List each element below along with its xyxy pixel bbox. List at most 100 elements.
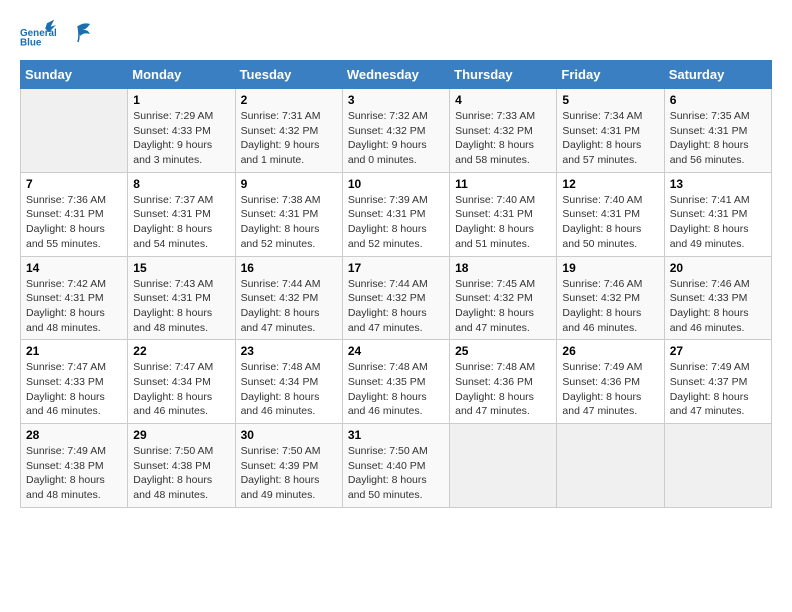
week-row-4: 21 Sunrise: 7:47 AMSunset: 4:33 PMDayligh… bbox=[21, 340, 772, 424]
calendar-cell: 5Sunrise: 7:34 AMSunset: 4:31 PMDaylight… bbox=[557, 89, 664, 173]
day-number: 7 bbox=[26, 177, 122, 191]
day-number: 21 bbox=[26, 344, 122, 358]
calendar-cell: 25 Sunrise: 7:48 AMSunset: 4:36 PMDayligh… bbox=[450, 340, 557, 424]
calendar-cell: 14 Sunrise: 7:42 AMSunset: 4:31 PMDayligh… bbox=[21, 256, 128, 340]
day-number: 8 bbox=[133, 177, 229, 191]
svg-text:Blue: Blue bbox=[20, 38, 42, 49]
calendar-cell: 28 Sunrise: 7:49 AMSunset: 4:38 PMDayligh… bbox=[21, 424, 128, 508]
day-number: 25 bbox=[455, 344, 551, 358]
day-number: 27 bbox=[670, 344, 766, 358]
calendar-cell: 19 Sunrise: 7:46 AMSunset: 4:32 PMDayligh… bbox=[557, 256, 664, 340]
day-info: Sunrise: 7:37 AMSunset: 4:31 PMDaylight:… bbox=[133, 193, 229, 252]
calendar-cell: 24Sunrise: 7:48 AMSunset: 4:35 PMDayligh… bbox=[342, 340, 449, 424]
day-of-week-saturday: Saturday bbox=[664, 61, 771, 89]
calendar-cell: 31 Sunrise: 7:50 AMSunset: 4:40 PMDayligh… bbox=[342, 424, 449, 508]
calendar-cell: 29Sunrise: 7:50 AMSunset: 4:38 PMDayligh… bbox=[128, 424, 235, 508]
logo: General Blue bbox=[20, 16, 92, 52]
calendar-cell: 6Sunrise: 7:35 AMSunset: 4:31 PMDaylight… bbox=[664, 89, 771, 173]
calendar-cell: 21 Sunrise: 7:47 AMSunset: 4:33 PMDayligh… bbox=[21, 340, 128, 424]
day-number: 1 bbox=[133, 93, 229, 107]
day-number: 18 bbox=[455, 261, 551, 275]
day-info: Sunrise: 7:29 AMSunset: 4:33 PMDaylight:… bbox=[133, 109, 229, 168]
calendar-cell: 1 Sunrise: 7:29 AMSunset: 4:33 PMDaylight… bbox=[128, 89, 235, 173]
day-number: 15 bbox=[133, 261, 229, 275]
day-info: Sunrise: 7:49 AMSunset: 4:38 PMDaylight:… bbox=[26, 444, 122, 503]
day-info: Sunrise: 7:36 AMSunset: 4:31 PMDaylight:… bbox=[26, 193, 122, 252]
day-info: Sunrise: 7:47 AMSunset: 4:33 PMDaylight:… bbox=[26, 360, 122, 419]
calendar-cell: 22 Sunrise: 7:47 AMSunset: 4:34 PMDayligh… bbox=[128, 340, 235, 424]
day-info: Sunrise: 7:48 AMSunset: 4:35 PMDaylight:… bbox=[348, 360, 444, 419]
day-info: Sunrise: 7:32 AMSunset: 4:32 PMDaylight:… bbox=[348, 109, 444, 168]
calendar-cell: 26 Sunrise: 7:49 AMSunset: 4:36 PMDayligh… bbox=[557, 340, 664, 424]
day-of-week-thursday: Thursday bbox=[450, 61, 557, 89]
calendar-header-row: SundayMondayTuesdayWednesdayThursdayFrid… bbox=[21, 61, 772, 89]
calendar-cell: 2Sunrise: 7:31 AMSunset: 4:32 PMDaylight… bbox=[235, 89, 342, 173]
day-info: Sunrise: 7:49 AMSunset: 4:36 PMDaylight:… bbox=[562, 360, 658, 419]
calendar-cell: 15 Sunrise: 7:43 AMSunset: 4:31 PMDayligh… bbox=[128, 256, 235, 340]
day-of-week-tuesday: Tuesday bbox=[235, 61, 342, 89]
day-number: 9 bbox=[241, 177, 337, 191]
header: General Blue bbox=[20, 16, 772, 52]
calendar-cell: 18 Sunrise: 7:45 AMSunset: 4:32 PMDayligh… bbox=[450, 256, 557, 340]
calendar-cell: 20Sunrise: 7:46 AMSunset: 4:33 PMDayligh… bbox=[664, 256, 771, 340]
day-of-week-friday: Friday bbox=[557, 61, 664, 89]
day-number: 22 bbox=[133, 344, 229, 358]
day-info: Sunrise: 7:44 AMSunset: 4:32 PMDaylight:… bbox=[348, 277, 444, 336]
calendar-cell: 11 Sunrise: 7:40 AMSunset: 4:31 PMDayligh… bbox=[450, 172, 557, 256]
day-info: Sunrise: 7:42 AMSunset: 4:31 PMDaylight:… bbox=[26, 277, 122, 336]
day-info: Sunrise: 7:33 AMSunset: 4:32 PMDaylight:… bbox=[455, 109, 551, 168]
logo-icon: General Blue bbox=[20, 16, 56, 52]
day-info: Sunrise: 7:50 AMSunset: 4:38 PMDaylight:… bbox=[133, 444, 229, 503]
day-number: 14 bbox=[26, 261, 122, 275]
day-of-week-wednesday: Wednesday bbox=[342, 61, 449, 89]
day-info: Sunrise: 7:49 AMSunset: 4:37 PMDaylight:… bbox=[670, 360, 766, 419]
calendar-cell: 16 Sunrise: 7:44 AMSunset: 4:32 PMDayligh… bbox=[235, 256, 342, 340]
day-number: 3 bbox=[348, 93, 444, 107]
day-info: Sunrise: 7:40 AMSunset: 4:31 PMDaylight:… bbox=[455, 193, 551, 252]
day-number: 17 bbox=[348, 261, 444, 275]
day-info: Sunrise: 7:43 AMSunset: 4:31 PMDaylight:… bbox=[133, 277, 229, 336]
day-number: 2 bbox=[241, 93, 337, 107]
week-row-5: 28 Sunrise: 7:49 AMSunset: 4:38 PMDayligh… bbox=[21, 424, 772, 508]
day-number: 19 bbox=[562, 261, 658, 275]
calendar: SundayMondayTuesdayWednesdayThursdayFrid… bbox=[20, 60, 772, 508]
calendar-cell: 10Sunrise: 7:39 AMSunset: 4:31 PMDayligh… bbox=[342, 172, 449, 256]
day-info: Sunrise: 7:46 AMSunset: 4:32 PMDaylight:… bbox=[562, 277, 658, 336]
calendar-cell bbox=[557, 424, 664, 508]
day-info: Sunrise: 7:48 AMSunset: 4:34 PMDaylight:… bbox=[241, 360, 337, 419]
calendar-cell: 9 Sunrise: 7:38 AMSunset: 4:31 PMDaylight… bbox=[235, 172, 342, 256]
day-of-week-sunday: Sunday bbox=[21, 61, 128, 89]
day-number: 30 bbox=[241, 428, 337, 442]
calendar-cell: 13Sunrise: 7:41 AMSunset: 4:31 PMDayligh… bbox=[664, 172, 771, 256]
calendar-cell: 17 Sunrise: 7:44 AMSunset: 4:32 PMDayligh… bbox=[342, 256, 449, 340]
calendar-cell bbox=[21, 89, 128, 173]
day-info: Sunrise: 7:44 AMSunset: 4:32 PMDaylight:… bbox=[241, 277, 337, 336]
day-info: Sunrise: 7:45 AMSunset: 4:32 PMDaylight:… bbox=[455, 277, 551, 336]
week-row-3: 14 Sunrise: 7:42 AMSunset: 4:31 PMDayligh… bbox=[21, 256, 772, 340]
day-number: 26 bbox=[562, 344, 658, 358]
day-info: Sunrise: 7:34 AMSunset: 4:31 PMDaylight:… bbox=[562, 109, 658, 168]
calendar-cell: 12Sunrise: 7:40 AMSunset: 4:31 PMDayligh… bbox=[557, 172, 664, 256]
day-number: 4 bbox=[455, 93, 551, 107]
day-info: Sunrise: 7:48 AMSunset: 4:36 PMDaylight:… bbox=[455, 360, 551, 419]
day-number: 13 bbox=[670, 177, 766, 191]
day-info: Sunrise: 7:35 AMSunset: 4:31 PMDaylight:… bbox=[670, 109, 766, 168]
calendar-cell bbox=[450, 424, 557, 508]
day-number: 28 bbox=[26, 428, 122, 442]
day-number: 31 bbox=[348, 428, 444, 442]
day-number: 11 bbox=[455, 177, 551, 191]
day-info: Sunrise: 7:38 AMSunset: 4:31 PMDaylight:… bbox=[241, 193, 337, 252]
calendar-cell: 7 Sunrise: 7:36 AMSunset: 4:31 PMDaylight… bbox=[21, 172, 128, 256]
day-number: 10 bbox=[348, 177, 444, 191]
calendar-cell: 30 Sunrise: 7:50 AMSunset: 4:39 PMDayligh… bbox=[235, 424, 342, 508]
day-number: 12 bbox=[562, 177, 658, 191]
day-number: 16 bbox=[241, 261, 337, 275]
day-info: Sunrise: 7:50 AMSunset: 4:40 PMDaylight:… bbox=[348, 444, 444, 503]
day-info: Sunrise: 7:47 AMSunset: 4:34 PMDaylight:… bbox=[133, 360, 229, 419]
bird-icon bbox=[64, 20, 92, 48]
day-number: 20 bbox=[670, 261, 766, 275]
day-of-week-monday: Monday bbox=[128, 61, 235, 89]
day-info: Sunrise: 7:50 AMSunset: 4:39 PMDaylight:… bbox=[241, 444, 337, 503]
day-number: 23 bbox=[241, 344, 337, 358]
calendar-cell: 8 Sunrise: 7:37 AMSunset: 4:31 PMDaylight… bbox=[128, 172, 235, 256]
